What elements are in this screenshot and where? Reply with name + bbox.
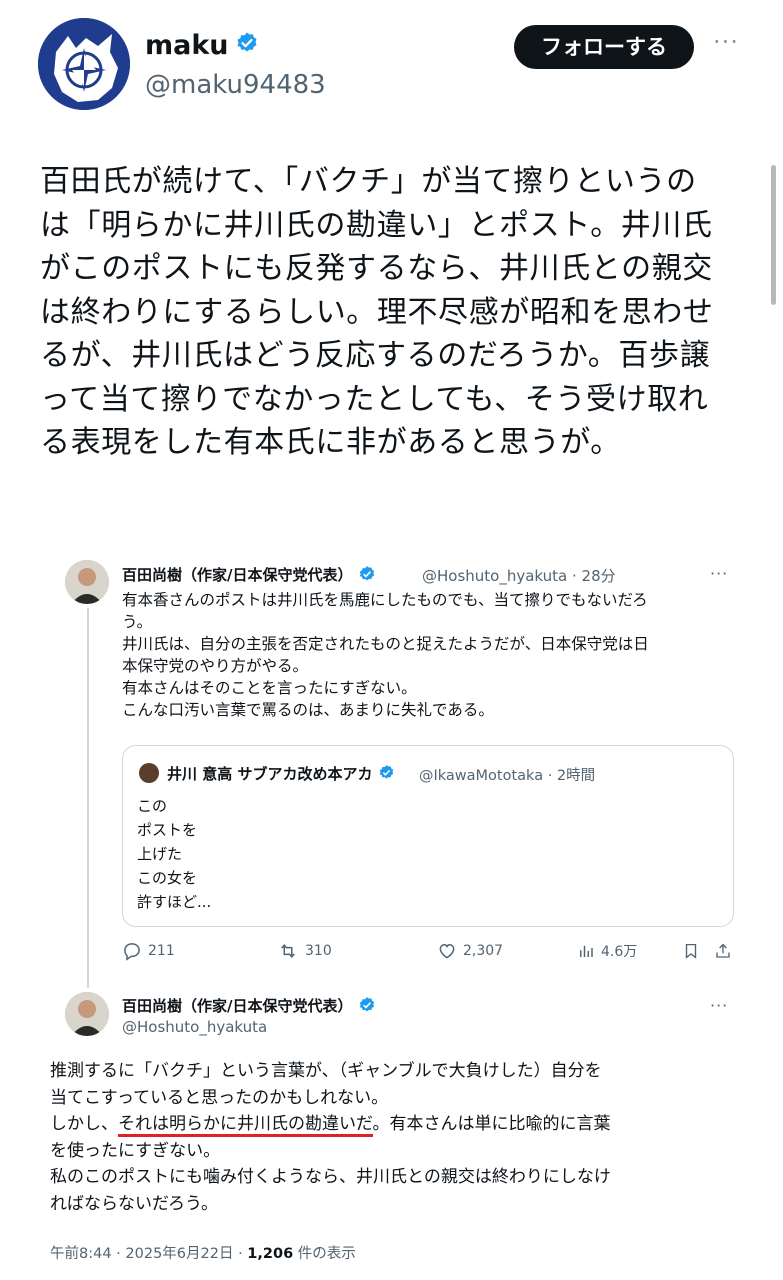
share-icon	[716, 943, 730, 958]
post2-footer: 午前8:44 · 2025年6月22日 · 1,206 件の表示	[50, 1246, 356, 1262]
like-action: 2,307	[437, 941, 503, 961]
tweet-line: は終わりにするらしい。理不尽感が昭和を思わせ	[40, 294, 714, 330]
tweet-line: 百田氏が続けて、「バクチ」が当て擦りというの	[40, 164, 697, 199]
share-action	[714, 941, 732, 961]
post1-body: 有本香さんのポストは井川氏を馬鹿にしたものでも、当て擦りでもないだろ う。 井川…	[122, 591, 649, 719]
tweet-line: る表現をした有本氏に非があると思うが。	[40, 425, 621, 460]
post2-more-icon: ···	[710, 996, 729, 1015]
repost-action: 310	[277, 941, 332, 961]
post1-avatar	[65, 560, 109, 604]
post1-meta: @Hoshuto_hyakuta · 28分	[422, 567, 616, 585]
verified-badge-icon	[358, 996, 376, 1018]
post2-body: 推測するに「バクチ」という言葉が、（ギャンブルで大負けした）自分を 当てこすって…	[50, 1061, 611, 1214]
author-handle[interactable]: @maku94483	[145, 70, 326, 100]
quote-name: 井川 意高 サブアカ改め本アカ	[167, 763, 395, 785]
views-action: 4.6万	[577, 941, 637, 961]
tweet-line: るが、井川氏はどう反応するのだろうか。百歩譲	[40, 338, 711, 373]
thread-line	[87, 608, 89, 988]
author-avatar[interactable]	[38, 18, 130, 110]
post1-name: 百田尚樹（作家/日本保守党代表）	[122, 564, 376, 587]
quote-meta: @IkawaMototaka · 2時間	[419, 768, 596, 784]
post2-avatar	[65, 992, 109, 1036]
red-underlined-phrase: それは明らかに井川氏の勘違いだ	[118, 1114, 373, 1137]
follow-button[interactable]: フォローする	[514, 25, 694, 69]
reply-action: 211	[122, 941, 175, 961]
quote-body: この ポストを 上げた この女を 許すほど...	[137, 797, 212, 911]
like-icon	[439, 943, 455, 959]
quote-avatar	[139, 763, 159, 783]
post2-handle: @Hoshuto_hyakuta	[122, 1018, 268, 1036]
tweet-line: は「明らかに井川氏の勘違い」とポスト。井川氏	[40, 207, 713, 243]
post2-name: 百田尚樹（作家/日本保守党代表）	[122, 995, 376, 1018]
scrollbar[interactable]	[771, 165, 776, 305]
author-name[interactable]: maku	[145, 30, 259, 63]
bookmark-action	[682, 941, 700, 961]
verified-badge-icon	[358, 565, 376, 587]
post1-more-icon: ···	[710, 564, 729, 583]
tweet-text: 百田氏が続けて、「バクチ」が当て擦りというの は「明らかに井川氏の勘違い」とポス…	[40, 160, 745, 465]
embedded-screenshot[interactable]: 百田尚樹（作家/日本保守党代表） @Hoshuto_hyakuta · 28分 …	[38, 540, 743, 1280]
tweet-line: がこのポストにも反発するなら、井川氏との親交	[40, 251, 713, 286]
verified-badge-icon	[378, 764, 395, 785]
nato-star-avatar-icon	[38, 18, 130, 110]
repost-icon	[281, 944, 295, 958]
more-options-icon[interactable]: ···	[713, 28, 739, 56]
post1-actions: 211 310 2,307 4.6万	[122, 941, 737, 965]
bookmark-icon	[685, 943, 697, 959]
views-icon	[580, 945, 593, 957]
quoted-post: 井川 意高 サブアカ改め本アカ @IkawaMototaka · 2時間 この …	[122, 745, 734, 927]
tweet-line: って当て擦りでなかったとしても、そう受け取れ	[40, 381, 709, 417]
verified-badge-icon	[235, 31, 259, 63]
reply-icon	[124, 943, 140, 961]
